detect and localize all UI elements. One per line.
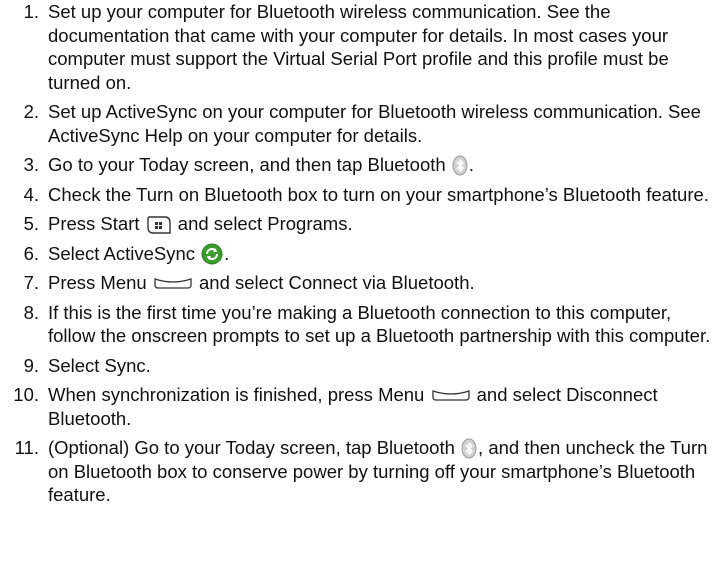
step-number: 4. [23, 183, 39, 205]
step-number: 1. [23, 1, 39, 22]
step-text-end: . [468, 154, 474, 175]
step-number: 8. [23, 301, 39, 323]
step-text: Go to your Today screen, and then tap Bl… [48, 154, 446, 175]
step-text: Set up your computer for Bluetooth wirel… [48, 1, 669, 93]
step-text-end: and select Programs. [177, 213, 353, 234]
step-4: 4. Check the Turn on Bluetooth box to tu… [0, 183, 719, 207]
step-7: 7. Press Menu and select Connect via Blu… [0, 271, 719, 295]
menu-softkey-icon [153, 276, 193, 290]
step-5: 5. Press Start and select Programs. [0, 212, 719, 236]
step-8: 8. If this is the first time you’re maki… [0, 301, 719, 348]
steps-list: 1. Set up your computer for Bluetooth wi… [0, 0, 719, 507]
step-number: 7. [23, 272, 39, 293]
step-11: 11. (Optional) Go to your Today screen, … [0, 436, 719, 507]
instructions-page: 1. Set up your computer for Bluetooth wi… [0, 0, 719, 587]
step-text: Set up ActiveSync on your computer for B… [48, 101, 701, 146]
start-key-icon [146, 215, 172, 235]
step-9: 9. Select Sync. [0, 354, 719, 378]
activesync-icon [201, 243, 223, 265]
step-text: (Optional) Go to your Today screen, tap … [48, 437, 455, 458]
step-1: 1. Set up your computer for Bluetooth wi… [0, 0, 719, 94]
step-text: If this is the first time you’re making … [48, 301, 711, 347]
step-text: Select ActiveSync [48, 242, 196, 264]
step-number: 6. [23, 242, 39, 264]
bluetooth-icon [452, 155, 468, 176]
step-number: 3. [23, 154, 39, 175]
step-6: 6. Select ActiveSync . [0, 242, 719, 266]
step-number: 2. [23, 101, 39, 122]
step-2: 2. Set up ActiveSync on your computer fo… [0, 100, 719, 147]
step-text: Press Start [48, 213, 140, 234]
step-3: 3. Go to your Today screen, and then tap… [0, 153, 719, 177]
bluetooth-icon [461, 438, 477, 459]
step-text: Check the Turn on Bluetooth box to turn … [48, 183, 709, 205]
step-text: Press Menu [48, 272, 147, 293]
step-number: 5. [23, 213, 39, 234]
menu-softkey-icon [431, 388, 471, 402]
step-text-end: and select Connect via Bluetooth. [199, 272, 475, 293]
step-text: When synchronization is finished, press … [48, 384, 425, 405]
step-text-end: . [224, 242, 230, 264]
step-number: 10. [13, 384, 39, 405]
step-number: 11. [14, 437, 39, 458]
step-number: 9. [23, 354, 39, 376]
step-text: Select Sync. [48, 354, 151, 376]
step-10: 10. When synchronization is finished, pr… [0, 383, 719, 430]
